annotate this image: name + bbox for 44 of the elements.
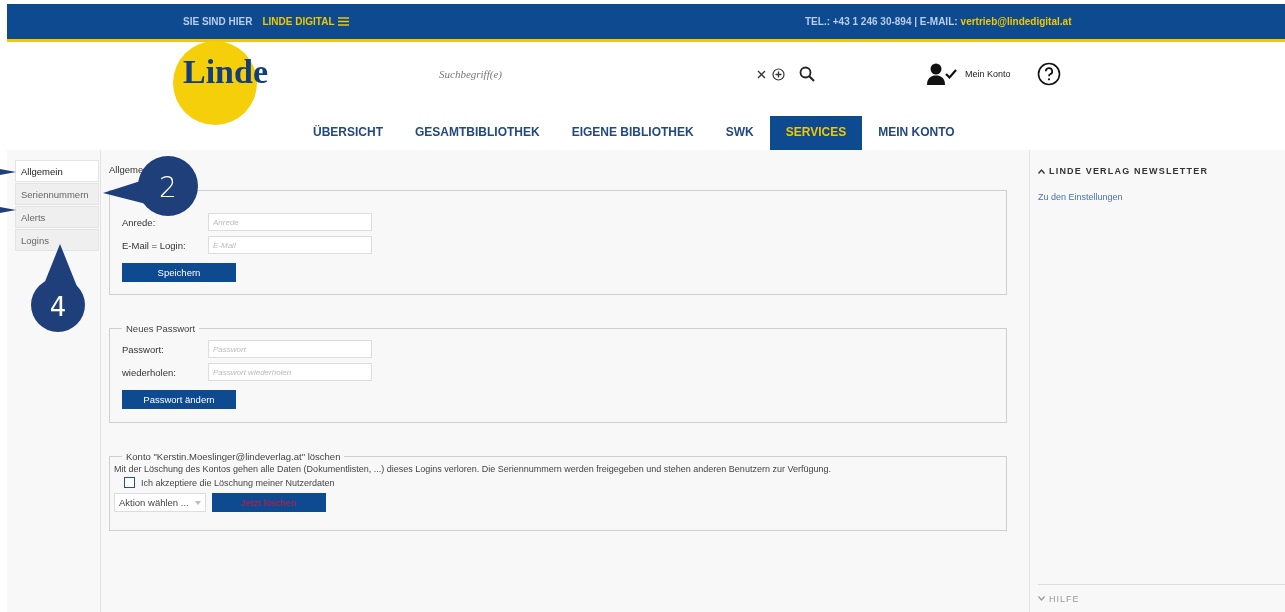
input-field[interactable]: Anrede [208, 213, 372, 231]
field-label: Passwort: [122, 343, 165, 355]
nav-tab[interactable]: ÜBERSICHT [297, 116, 399, 150]
site-menu[interactable]: LINDE DIGITAL [262, 16, 349, 27]
breadcrumb: Allgeme [109, 164, 145, 177]
nav-tab[interactable]: EIGENE BIBLIOTHEK [555, 116, 710, 150]
menu-icon [337, 17, 349, 26]
input-field[interactable]: Passwort [208, 340, 372, 358]
clear-icon[interactable] [757, 69, 766, 79]
user-check-icon[interactable] [927, 63, 957, 85]
sidebar-tab[interactable]: Seriennummern [15, 183, 99, 205]
section-legend: Neues Passwort [122, 323, 200, 334]
nav-tab[interactable]: SWK [709, 116, 770, 150]
search-field[interactable]: Suchbegriff(e) [437, 67, 757, 81]
save-button[interactable]: Speichern [122, 263, 236, 282]
dropdown-arrow-icon [194, 500, 201, 505]
sidebar-tab[interactable]: Alerts [15, 206, 99, 228]
settings-link[interactable]: Zu den Einstellungen [1038, 192, 1285, 202]
action-select[interactable]: Aktion wählen ... [114, 493, 206, 512]
field-label: Anrede: [122, 216, 157, 228]
pointer-arrow [0, 167, 16, 177]
help-icon[interactable] [1036, 62, 1061, 86]
nav-tab[interactable]: MEIN KONTO [862, 116, 971, 150]
checkbox-label: Ich akzeptiere die Löschung meiner Nutzerdaten [141, 477, 335, 488]
location-label: SIE SIND HIER [183, 16, 253, 27]
search-icon[interactable] [799, 66, 815, 82]
pointer-arrow [0, 205, 16, 215]
add-circle-icon[interactable] [772, 67, 785, 81]
contact-info: TEL.: +43 1 246 30-894 | E-MAIL: [805, 16, 958, 27]
nav-tab[interactable]: GESAMTBIBLIOTHEK [399, 116, 556, 150]
checkbox[interactable] [124, 477, 135, 488]
sidebar-tab[interactable]: Logins [15, 229, 99, 251]
warning-text: Mit der Löschung des Kontos gehen alle Daten (Dokumentlisten, ...) dieses Logins verloren. Die Seriennummern werden freigegeben und stehen anderen Benutzern zur Verfügung. [114, 464, 832, 474]
chevron-down-icon [1038, 596, 1045, 601]
change-password-button[interactable]: Passwort ändern [122, 390, 236, 409]
nav-tab[interactable]: SERVICES [769, 116, 863, 150]
field-label: wiederholen: [122, 366, 177, 378]
sidebar-tab[interactable]: Allgemein [15, 160, 99, 182]
email-link[interactable]: vertrieb@lindedigital.at [960, 16, 1072, 27]
field-label: E-Mail = Login: [122, 239, 187, 251]
account-label[interactable]: Mein Konto [965, 69, 1011, 79]
chevron-up-icon [1038, 168, 1045, 174]
panel-title[interactable]: LINDE VERLAG NEWSLETTER [1038, 166, 1285, 176]
section-legend: Konto "Kerstin.Moeslinger@lindeverlag.at" löschen [122, 451, 345, 462]
